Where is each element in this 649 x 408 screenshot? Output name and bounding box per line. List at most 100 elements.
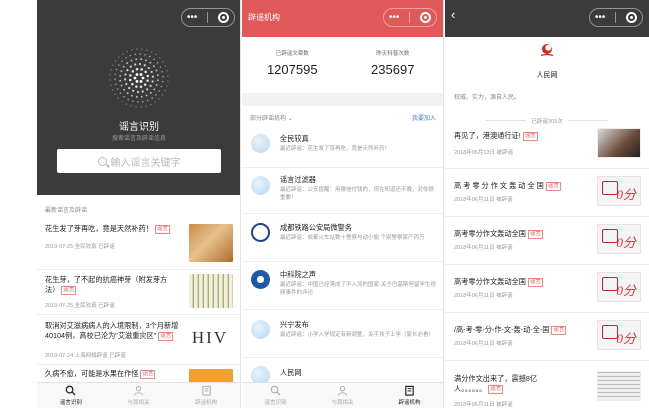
sphere-dot — [146, 74, 150, 78]
sphere-dot — [118, 56, 120, 58]
more-icon[interactable]: ••• — [389, 12, 400, 23]
institution-item[interactable]: 成都铁路公安局微警务 最近辟谣：成都火车站数十警察与动小偷 个别警察家产丙万 — [242, 214, 443, 262]
close-target-icon[interactable] — [420, 12, 432, 23]
tab-related-to-me[interactable]: 与我相关 — [105, 383, 173, 408]
sphere-dot — [131, 70, 135, 73]
institution-name: 兴宁发布 — [280, 320, 309, 329]
section-label[interactable]: 部分辟谣机构 ⌄ — [250, 113, 293, 122]
search-input[interactable]: 输入谣言关键字 — [57, 149, 221, 173]
sphere-dot — [155, 53, 157, 56]
sphere-dot — [131, 94, 133, 97]
sphere-dot — [151, 97, 153, 99]
sphere-dot — [135, 58, 138, 61]
item-meta: 2019-07-25 全民较真 已辟谣 — [45, 244, 115, 250]
sphere-dot — [140, 58, 143, 61]
sphere-dot — [123, 78, 127, 81]
sphere-dot — [151, 75, 155, 78]
stat-label: 已辟谣文章数 — [275, 51, 309, 57]
back-icon[interactable]: ‹ — [451, 7, 455, 22]
institution-item[interactable]: 中科院之声 最近辟谣：中国已经落成了不入流的国家-关于巴基斯坦留学生视频事件的评… — [242, 262, 443, 310]
crowd-thumbnail — [597, 371, 641, 401]
sphere-dot — [140, 106, 142, 108]
sphere-dot — [129, 65, 132, 68]
stat-value: 1207595 — [266, 62, 318, 77]
tab-label: 谣言识别 — [59, 400, 82, 406]
list-item[interactable]: 取消对艾滋病病人的入境限制，3个月新增40104例，高校已沦为"艾滋重灾区" 谣言… — [37, 315, 240, 365]
more-icon[interactable]: ••• — [187, 12, 198, 23]
sphere-dot — [139, 85, 143, 89]
mini-program-capsule[interactable]: ••• — [589, 8, 643, 27]
sphere-dot — [164, 65, 167, 67]
sphere-dot — [124, 73, 127, 76]
sphere-dot — [155, 69, 158, 72]
sphere-dot — [136, 90, 140, 94]
institution-name: 人民网 — [280, 368, 302, 377]
institution-item[interactable]: 人民网 — [242, 358, 443, 385]
sphere-dot — [139, 53, 141, 55]
sphere-dot — [146, 99, 149, 102]
sphere-dot — [130, 105, 132, 107]
sphere-dot — [161, 70, 163, 73]
institution-item[interactable]: 谣言过滤器 最近辟谣：公安提醒：用微信付钱的，现在知道还不晚，对你很重要！ — [242, 168, 443, 214]
sphere-dot — [156, 79, 159, 82]
page-title: 辟谣机构 — [248, 13, 280, 22]
people-daily-logo-icon — [540, 44, 554, 57]
article-meta: 2018年06月11日 被辟谣 — [454, 245, 513, 251]
zero-score-thumbnail — [597, 176, 641, 206]
tab-related-to-me[interactable]: 与我相关 — [309, 383, 376, 408]
tab-rumor-recognition[interactable]: 谣言识别 — [37, 383, 105, 408]
person-icon — [133, 386, 144, 396]
search-placeholder: 输入谣言关键字 — [110, 157, 181, 169]
search-icon — [65, 385, 76, 396]
sphere-dot — [156, 74, 159, 77]
sphere-dot — [120, 70, 123, 72]
sphere-dot — [154, 101, 156, 103]
tab-institutions[interactable]: 辟谣机构 — [376, 383, 443, 408]
top-bar: ‹ ••• — [445, 0, 649, 37]
sphere-dot — [135, 73, 139, 76]
sphere-dot — [167, 80, 169, 82]
sphere-dot — [128, 86, 131, 90]
sphere-dot — [122, 65, 125, 68]
institution-item[interactable]: 兴宁发布 最近辟谣：小学入学规定有新调整，关乎孩子上学（家长必看） — [242, 310, 443, 358]
debunk-count: 已辟谣303次 — [445, 117, 649, 125]
join-link[interactable]: 我要加入 — [412, 113, 436, 122]
article-title: 高考零分作文轰动全国 — [454, 229, 526, 238]
more-icon[interactable]: ••• — [595, 12, 606, 23]
rumor-badge: 谣言 — [527, 278, 543, 287]
institution-desc: 最近辟谣：成都火车站数十警察与动小偷 个别警察家产丙万 — [280, 235, 425, 241]
sphere-dot — [117, 97, 119, 99]
sphere-dot — [159, 57, 161, 59]
sphere-dot — [149, 84, 152, 87]
list-item[interactable]: 花生发了芽再吃，竟是天然补药！ 谣言 2019-07-25 全民较真 已辟谣 — [37, 218, 240, 270]
sphere-dot — [149, 91, 152, 94]
rumor-badge: 谣言 — [527, 230, 543, 239]
institution-name: 中科院之声 — [280, 270, 316, 279]
stat-yesterday: 昨天科普次数 235697 — [343, 37, 444, 93]
tab-institutions[interactable]: 辟谣机构 — [172, 383, 240, 408]
item-title: 花生发了芽再吃，竟是天然补药！ — [45, 224, 153, 233]
tab-rumor-recognition[interactable]: 谣言识别 — [242, 383, 309, 408]
sphere-dot — [151, 80, 154, 83]
sphere-dot — [118, 64, 120, 66]
institution-item[interactable]: 全民较真 最近辟谣：花生发了芽再吃，竟是天然补药！ — [242, 124, 443, 168]
list-item[interactable]: 花生芽，了不起的抗癌神芽（附发芽方法） 谣言 2019-07-25 全民较真 已辟… — [37, 270, 240, 315]
stat-articles: 已辟谣文章数 1207595 — [242, 37, 343, 93]
institution-desc: 最近辟谣：中国已经落成了不入流的国家-关于巴基斯坦留学生视频事件的评论 — [280, 282, 436, 296]
dot-sphere-icon — [109, 48, 169, 108]
close-target-icon[interactable] — [626, 12, 638, 23]
mini-program-capsule[interactable]: ••• — [181, 8, 235, 27]
sphere-dot — [129, 74, 132, 77]
sphere-dot — [119, 74, 122, 77]
article-meta: 2018年06月13日 被辟谣 — [454, 150, 513, 156]
tab-label: 与我相关 — [127, 400, 150, 406]
institution-slogan: 权威、实力，源自人民。 — [454, 95, 521, 101]
sphere-dot — [141, 76, 145, 80]
close-target-icon[interactable] — [218, 12, 230, 23]
article-meta: 2018年06月11日 被辟谣 — [454, 402, 513, 408]
sphere-dot — [114, 73, 117, 76]
mini-program-capsule[interactable]: ••• — [383, 8, 437, 27]
sphere-dot — [159, 66, 162, 68]
institution-name: 成都铁路公安局微警务 — [280, 223, 352, 232]
sphere-dot — [149, 55, 151, 58]
